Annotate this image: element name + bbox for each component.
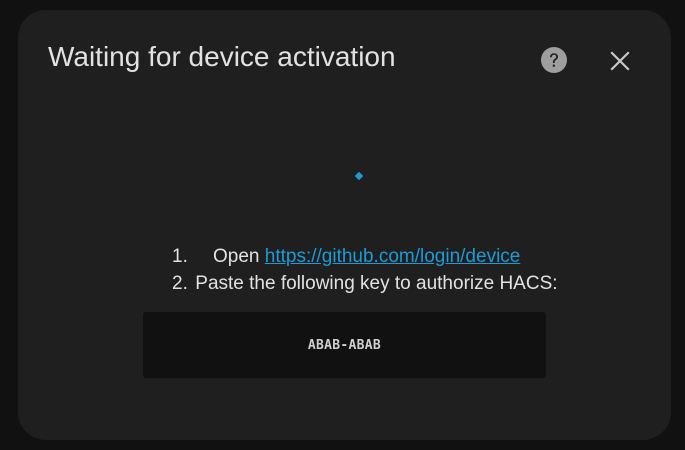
instruction-step: 2. Paste the following key to authorize … — [172, 270, 558, 297]
step-text: Paste the following key to authorize HAC… — [195, 273, 558, 294]
github-device-link[interactable]: https://github.com/login/device — [265, 246, 521, 267]
loading-spinner — [354, 171, 364, 181]
device-code: ABAB-ABAB — [307, 337, 382, 353]
instruction-step: 1. Open https://github.com/login/device — [172, 243, 558, 270]
step-prefix: Open — [213, 246, 260, 267]
instruction-list: 1. Open https://github.com/login/device 2… — [172, 243, 558, 297]
help-button[interactable] — [540, 46, 568, 74]
step-number: 2. — [172, 273, 188, 294]
dialog-title: Waiting for device activation — [48, 41, 396, 72]
device-activation-dialog: Waiting for device activation 1. Open htt… — [18, 10, 671, 440]
step-number: 1. — [172, 246, 188, 267]
close-button[interactable] — [606, 47, 634, 75]
device-code-box[interactable]: ABAB-ABAB — [143, 312, 546, 378]
help-circle-icon — [541, 47, 567, 73]
close-icon — [610, 51, 630, 71]
